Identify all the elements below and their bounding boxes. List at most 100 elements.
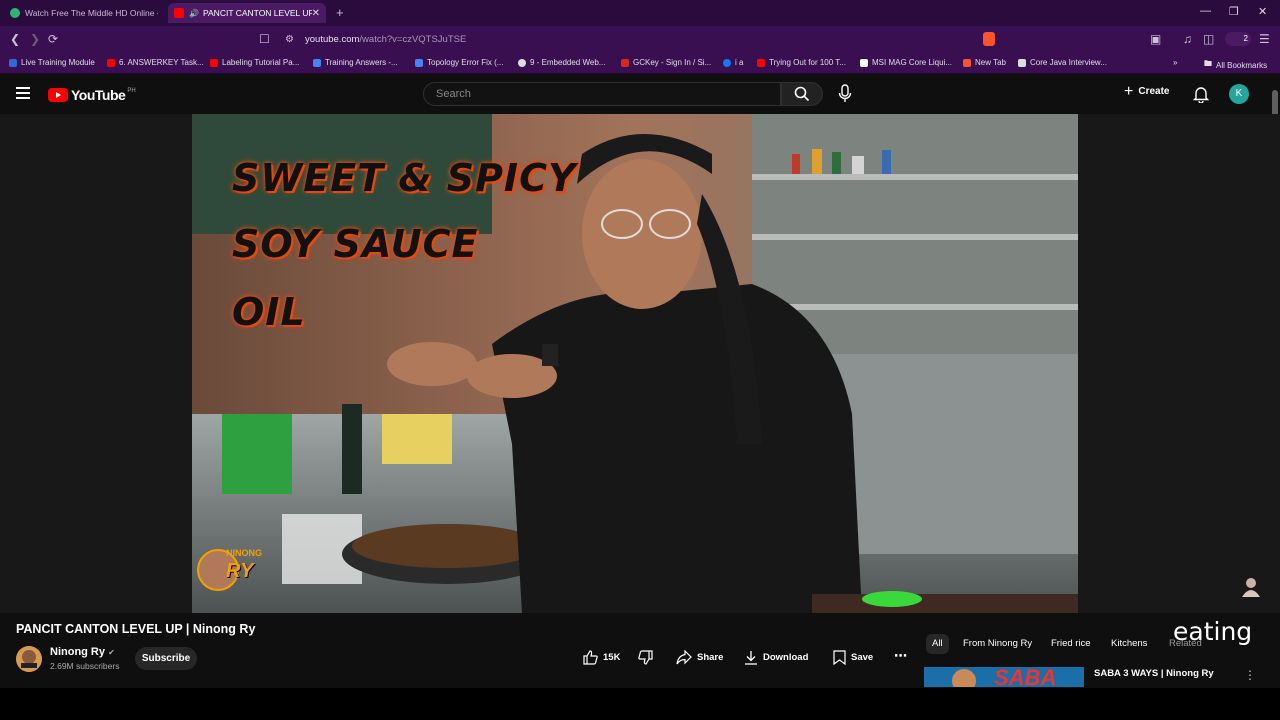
site-favicon-icon [10, 8, 20, 18]
bookmark-favicon-icon [107, 58, 115, 67]
bookmark-favicon-icon [621, 58, 629, 67]
bookmark-label: i a [735, 58, 744, 67]
sidebar-toggle-icon[interactable]: ▣ [1150, 32, 1161, 46]
bookmark-label: Labeling Tutorial Pa... [222, 58, 300, 67]
browser-tab-active[interactable]: 🔊 PANCIT CANTON LEVEL UP | ✕ [168, 3, 326, 23]
bookmark-item[interactable]: GCKey - Sign In / Si... [621, 58, 711, 67]
verified-badge-icon: ✔ [108, 648, 115, 657]
watermark-text-bottom: RY [226, 560, 254, 582]
bookmark-item[interactable]: 9 - Embedded Web... [518, 58, 605, 67]
media-icon[interactable]: ♫ [1183, 32, 1192, 46]
bookmark-label: Core Java Interview... [1030, 58, 1107, 67]
bookmark-item[interactable]: Topology Error Fix (... [415, 58, 503, 67]
download-label: Download [763, 652, 809, 663]
bookmark-item[interactable]: Live Training Module [9, 58, 95, 67]
video-player[interactable]: SWEET & SPICY SOY SAUCE OIL NINONG RY [192, 114, 1078, 613]
create-button[interactable]: + Create [1124, 82, 1170, 100]
recommendation-more-icon[interactable]: ⋮ [1244, 668, 1256, 682]
bookmark-item[interactable]: MSI MAG Core Liqui... [860, 58, 952, 67]
url-field[interactable]: youtube.com/watch?v=czVQTSJuTSE [305, 34, 466, 45]
account-avatar[interactable]: K [1229, 84, 1249, 104]
notifications-bell-icon[interactable] [1193, 86, 1209, 103]
bookmark-favicon-icon [313, 58, 321, 67]
bookmarks-bar: Live Training Module 6. ANSWERKEY Task..… [0, 54, 1280, 74]
plus-icon: + [1124, 82, 1134, 100]
filter-chip-all[interactable]: All [926, 634, 949, 654]
bookmark-favicon-icon [415, 58, 423, 67]
dislike-button[interactable] [638, 650, 658, 665]
share-icon [676, 650, 692, 665]
bookmark-item[interactable]: Labeling Tutorial Pa... [210, 58, 299, 67]
bookmark-item[interactable]: 6. ANSWERKEY Task... [107, 58, 204, 67]
tab-label: PANCIT CANTON LEVEL UP | [202, 8, 312, 18]
microphone-icon[interactable] [838, 84, 852, 104]
bookmark-favicon-icon [9, 58, 17, 67]
bookmark-label: 9 - Embedded Web... [530, 58, 606, 67]
recommendation-title[interactable]: SABA 3 WAYS | Ninong Ry [1094, 668, 1214, 679]
video-overlay-line-3: OIL [232, 290, 306, 334]
bookmark-favicon-icon [518, 58, 526, 67]
bookmark-favicon-icon [210, 58, 218, 67]
url-host: youtube.com [305, 34, 360, 45]
subscriber-count: 2.69M subscribers [50, 661, 120, 671]
minimize-icon[interactable]: — [1200, 5, 1211, 17]
all-bookmarks-label: All Bookmarks [1216, 60, 1268, 70]
channel-avatar[interactable] [16, 646, 42, 672]
more-actions-icon[interactable]: ⋯ [894, 648, 907, 664]
bookmark-item[interactable]: i a [723, 58, 743, 67]
recommendation-thumbnail[interactable]: SABA [924, 667, 1084, 687]
thumbs-down-icon [638, 650, 653, 665]
bookmark-label: Trying Out for 100 T... [769, 58, 846, 67]
filter-chip-kitchens[interactable]: Kitchens [1105, 634, 1153, 654]
all-bookmarks-button[interactable]: 🖿 All Bookmarks [1204, 58, 1267, 72]
bookmark-label: Live Training Module [21, 58, 95, 67]
bookmark-item[interactable]: New Tab [963, 58, 1006, 67]
close-window-icon[interactable]: ✕ [1258, 5, 1267, 18]
bookmark-item[interactable]: Training Answers -... [313, 58, 398, 67]
bookmark-label: Training Answers -... [325, 58, 398, 67]
filter-chip-from-channel[interactable]: From Ninong Ry [957, 634, 1038, 654]
channel-name-label: Ninong Ry [50, 646, 105, 658]
youtube-logo[interactable]: YouTube PH [48, 87, 136, 103]
reload-icon[interactable]: ⟳ [48, 32, 58, 46]
speaker-icon: 🔊 [189, 8, 199, 18]
brave-shield-icon[interactable] [983, 32, 995, 46]
menu-icon[interactable]: ☰ [1259, 32, 1270, 46]
extensions-button[interactable]: 2 [1225, 32, 1251, 46]
download-icon [745, 651, 757, 665]
subscribe-button[interactable]: Subscribe [135, 647, 197, 670]
youtube-play-icon [48, 88, 68, 102]
filter-chip-fried-rice[interactable]: Fried rice [1045, 634, 1097, 654]
youtube-header: YouTube PH Search + Create K [0, 74, 1280, 114]
bookmark-label: 6. ANSWERKEY Task... [119, 58, 204, 67]
close-tab-icon[interactable]: ✕ [312, 8, 320, 19]
search-button[interactable] [781, 82, 823, 106]
forward-icon[interactable]: ❯ [30, 32, 40, 46]
more-bookmarks-icon[interactable]: » [1173, 58, 1177, 67]
bookmark-label: GCKey - Sign In / Si... [633, 58, 712, 67]
overlay-caption: eating [1173, 617, 1253, 646]
site-settings-icon[interactable]: ⚙ [285, 34, 294, 45]
channel-name[interactable]: Ninong Ry ✔ [50, 646, 115, 658]
bookmark-favicon-icon [757, 58, 765, 67]
maximize-icon[interactable]: ❐ [1229, 5, 1239, 18]
bookmark-label: Topology Error Fix (... [427, 58, 504, 67]
reader-icon[interactable]: ◫ [1203, 32, 1214, 46]
like-button[interactable]: 15K [583, 650, 620, 665]
search-input[interactable]: Search [423, 82, 781, 106]
like-count: 15K [603, 652, 621, 663]
new-tab-button[interactable]: + [336, 5, 344, 20]
hamburger-menu-icon[interactable] [16, 87, 30, 102]
browser-tab-1[interactable]: Watch Free The Middle HD Online - [4, 3, 164, 23]
search-icon [794, 86, 810, 102]
video-title: PANCIT CANTON LEVEL UP | Ninong Ry [16, 622, 256, 636]
save-button[interactable]: Save [833, 650, 873, 665]
bookmark-icon[interactable]: ☐ [259, 32, 270, 46]
back-icon[interactable]: ❮ [10, 32, 20, 46]
download-button[interactable]: Download [744, 650, 808, 665]
video-overlay-line-2: SOY SAUCE [232, 222, 479, 266]
bookmark-item[interactable]: Trying Out for 100 T... [757, 58, 846, 67]
bookmark-item[interactable]: Core Java Interview... [1018, 58, 1107, 67]
create-label: Create [1138, 86, 1170, 97]
share-button[interactable]: Share [676, 650, 723, 665]
